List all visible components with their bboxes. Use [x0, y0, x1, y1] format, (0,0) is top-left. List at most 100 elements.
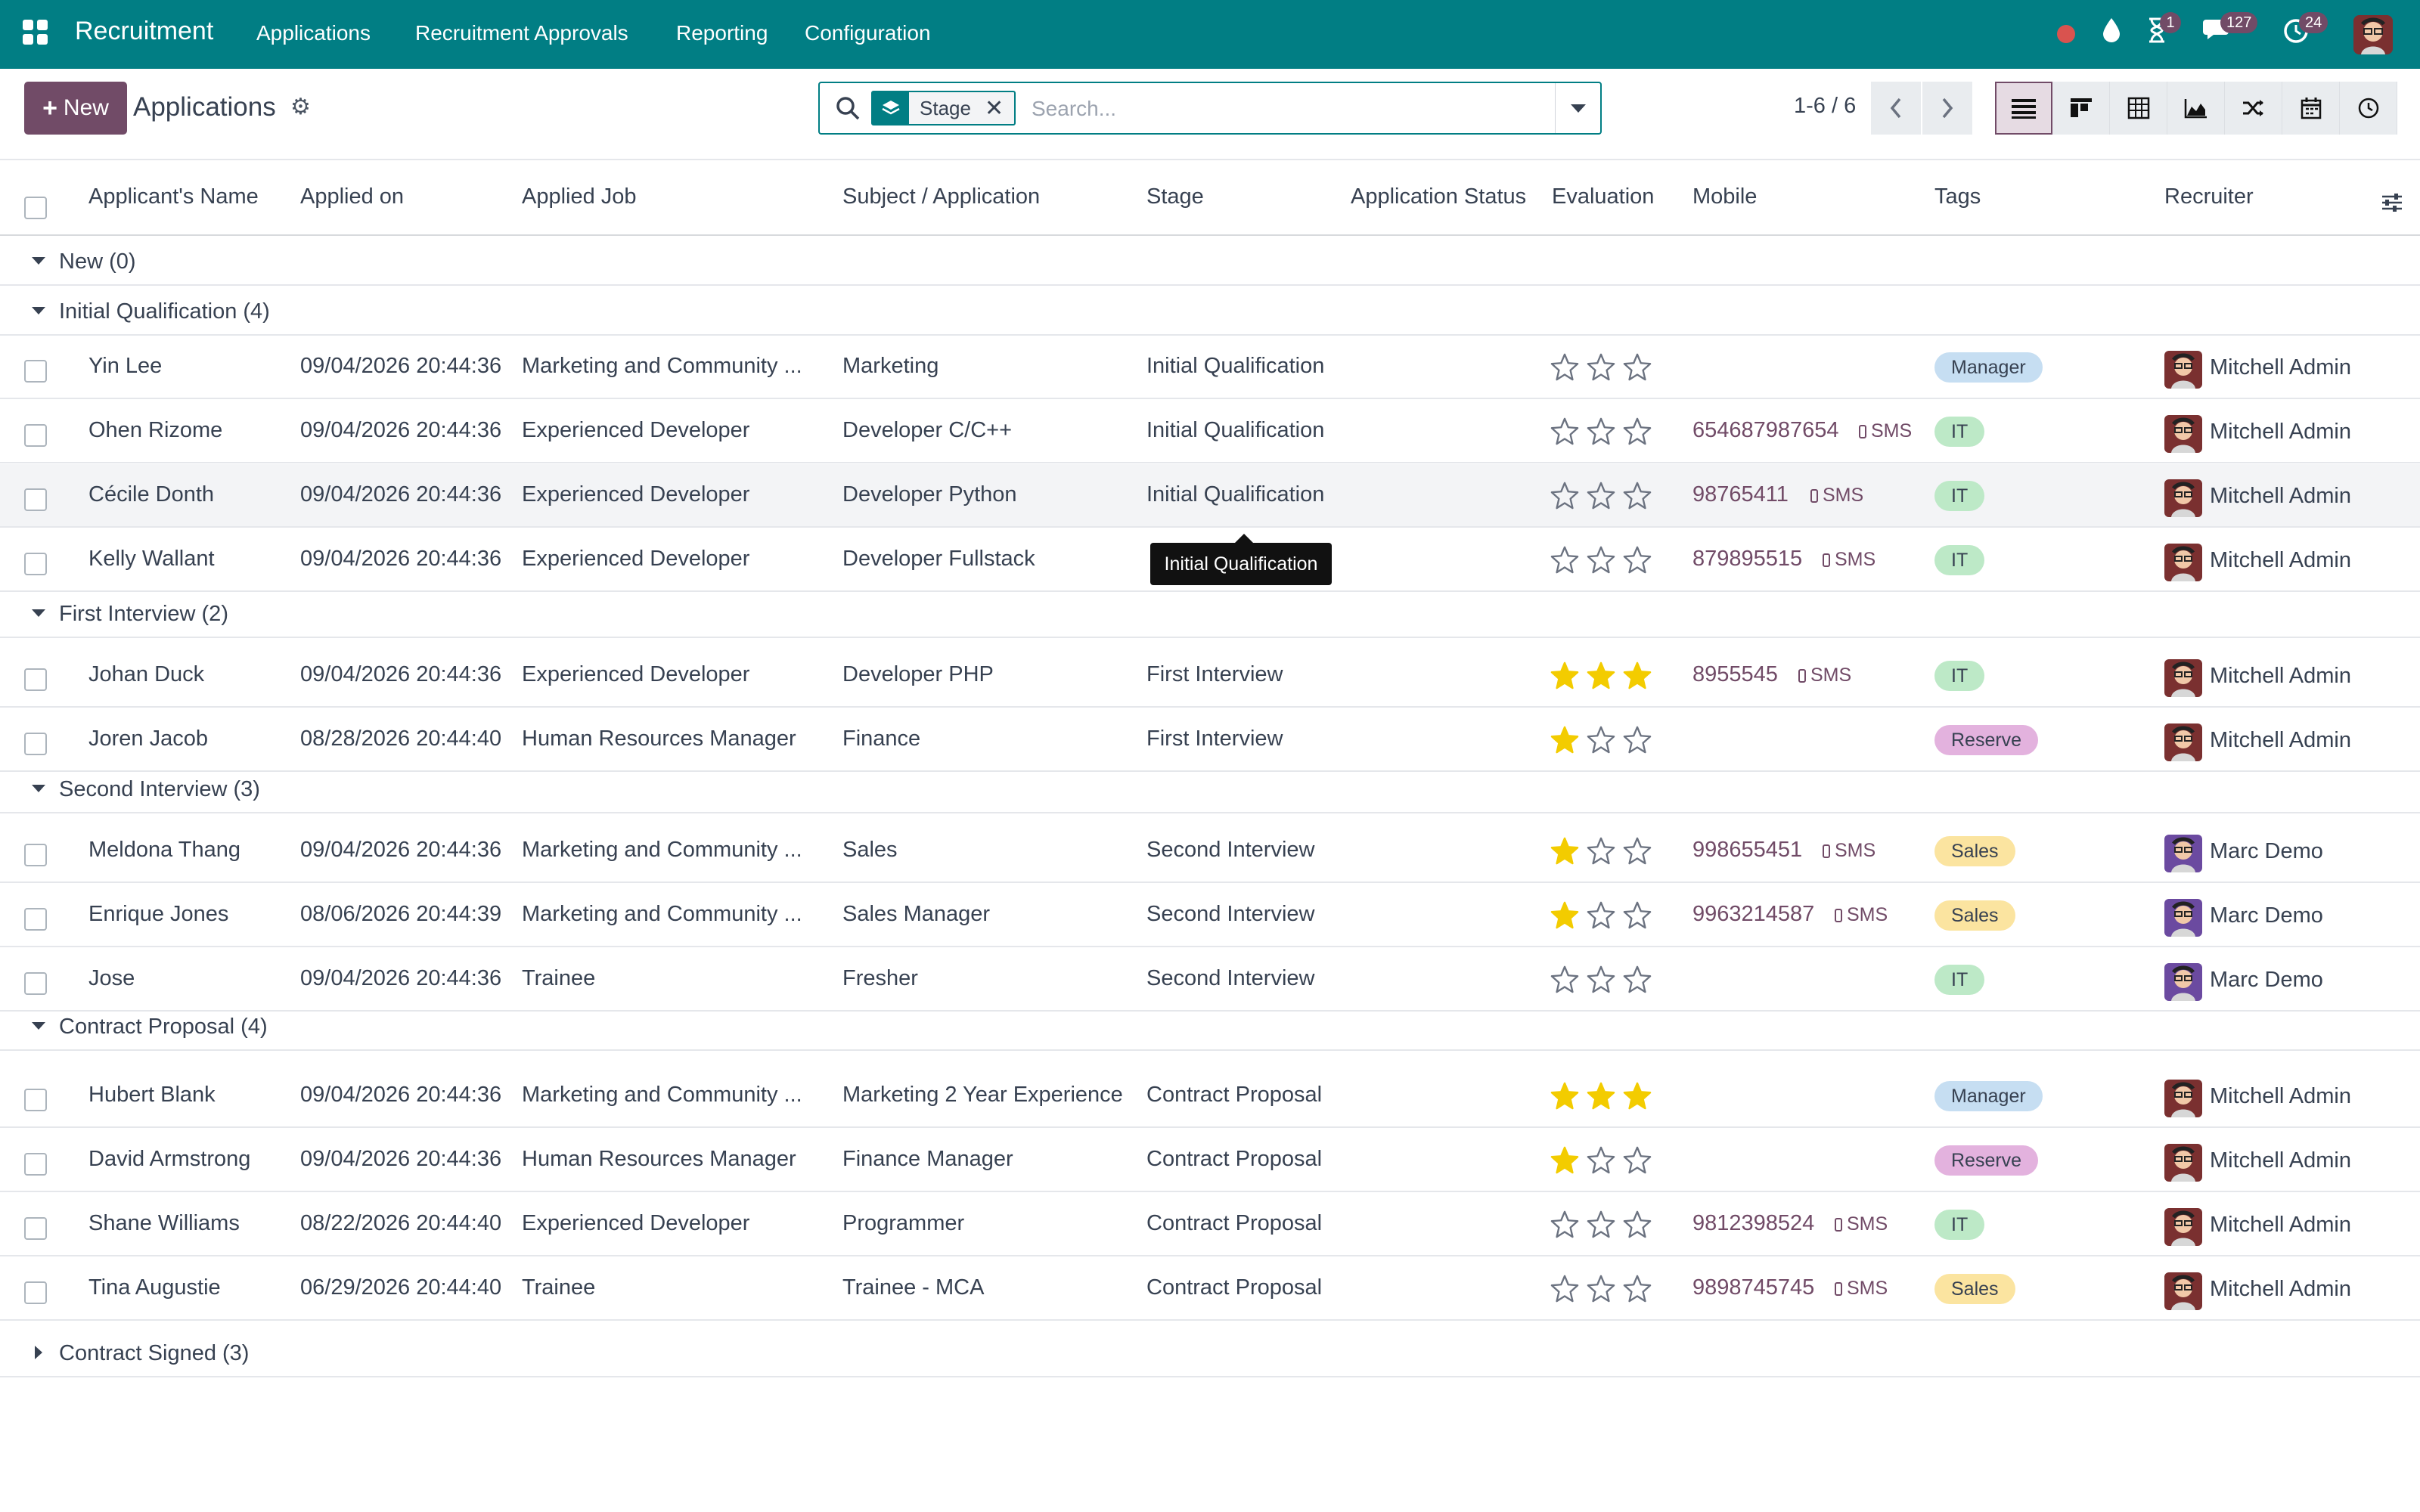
- user-avatar[interactable]: [2353, 15, 2393, 54]
- star-icon[interactable]: [1550, 1081, 1579, 1110]
- group-header[interactable]: First Interview (2): [0, 588, 2420, 638]
- evaluation-stars[interactable]: [1550, 1210, 1652, 1238]
- star-icon[interactable]: [1587, 545, 1615, 574]
- group-header[interactable]: Contract Signed (3): [0, 1328, 2420, 1377]
- recording-dot-icon[interactable]: [2057, 25, 2075, 43]
- mobile-number[interactable]: 654687987654: [1692, 418, 1839, 443]
- star-icon[interactable]: [1623, 725, 1652, 754]
- table-row[interactable]: Meldona Thang 09/04/2026 20:44:36 Marketin…: [0, 820, 2420, 883]
- row-checkbox[interactable]: [24, 844, 47, 866]
- evaluation-stars[interactable]: [1550, 836, 1652, 865]
- star-icon[interactable]: [1550, 965, 1579, 993]
- star-icon[interactable]: [1587, 1210, 1615, 1238]
- recruiter-avatar[interactable]: [2164, 835, 2202, 872]
- star-icon[interactable]: [1587, 900, 1615, 929]
- table-row[interactable]: Yin Lee 09/04/2026 20:44:36 Marketing and …: [0, 336, 2420, 399]
- sms-button[interactable]: SMS: [1835, 1278, 1888, 1300]
- recruiter-avatar[interactable]: [2164, 1272, 2202, 1310]
- row-checkbox[interactable]: [24, 1281, 47, 1304]
- mobile-number[interactable]: 879895515: [1692, 547, 1802, 572]
- group-header[interactable]: Contract Proposal (4): [0, 1001, 2420, 1051]
- star-icon[interactable]: [1623, 1145, 1652, 1174]
- star-icon[interactable]: [1623, 836, 1652, 865]
- star-icon[interactable]: [1587, 1081, 1615, 1110]
- star-icon[interactable]: [1550, 900, 1579, 929]
- row-checkbox[interactable]: [24, 488, 47, 511]
- star-icon[interactable]: [1587, 1274, 1615, 1303]
- row-checkbox[interactable]: [24, 972, 47, 995]
- star-icon[interactable]: [1587, 725, 1615, 754]
- star-icon[interactable]: [1550, 1210, 1579, 1238]
- evaluation-stars[interactable]: [1550, 1081, 1652, 1110]
- table-row[interactable]: David Armstrong 09/04/2026 20:44:36 Human …: [0, 1129, 2420, 1192]
- remove-facet-icon[interactable]: ✕: [985, 95, 1014, 122]
- droplet-icon[interactable]: [2095, 17, 2128, 50]
- col-application-status[interactable]: Application Status: [1351, 184, 1526, 209]
- list-view-button[interactable]: [1995, 82, 2052, 135]
- col-applicant-name[interactable]: Applicant's Name: [88, 184, 259, 209]
- recruiter-avatar[interactable]: [2164, 544, 2202, 581]
- star-icon[interactable]: [1623, 1274, 1652, 1303]
- recruiter-avatar[interactable]: [2164, 723, 2202, 761]
- table-row[interactable]: Ohen Rizome 09/04/2026 20:44:36 Experience…: [0, 400, 2420, 463]
- group-header[interactable]: Second Interview (3): [0, 764, 2420, 813]
- evaluation-stars[interactable]: [1550, 1274, 1652, 1303]
- graph-view-button[interactable]: [2167, 82, 2225, 135]
- table-row[interactable]: Johan Duck 09/04/2026 20:44:36 Experienced…: [0, 644, 2420, 708]
- star-icon[interactable]: [1623, 965, 1652, 993]
- star-icon[interactable]: [1623, 1210, 1652, 1238]
- evaluation-stars[interactable]: [1550, 1145, 1652, 1174]
- star-icon[interactable]: [1587, 965, 1615, 993]
- col-subject[interactable]: Subject / Application: [842, 184, 1040, 209]
- table-row[interactable]: Cécile Donth 09/04/2026 20:44:36 Experienc…: [0, 464, 2420, 528]
- recruiter-avatar[interactable]: [2164, 1144, 2202, 1182]
- evaluation-stars[interactable]: [1550, 352, 1652, 381]
- search-input[interactable]: [1032, 94, 1531, 124]
- table-row[interactable]: Enrique Jones 08/06/2026 20:44:39 Marketin…: [0, 884, 2420, 947]
- star-icon[interactable]: [1623, 352, 1652, 381]
- recruiter-avatar[interactable]: [2164, 1080, 2202, 1117]
- sms-button[interactable]: SMS: [1823, 549, 1876, 571]
- star-icon[interactable]: [1623, 481, 1652, 510]
- search-options-toggle[interactable]: [1555, 83, 1600, 133]
- mobile-number[interactable]: 9898745745: [1692, 1275, 1814, 1300]
- row-checkbox[interactable]: [24, 553, 47, 575]
- search-icon[interactable]: [835, 95, 861, 121]
- evaluation-stars[interactable]: [1550, 965, 1652, 993]
- pager-next-button[interactable]: [1922, 82, 1972, 135]
- cohort-view-button[interactable]: [2225, 82, 2282, 135]
- star-icon[interactable]: [1587, 1145, 1615, 1174]
- new-button[interactable]: + New: [24, 82, 127, 135]
- group-header[interactable]: New (0): [0, 236, 2420, 286]
- star-icon[interactable]: [1550, 1274, 1579, 1303]
- star-icon[interactable]: [1623, 1081, 1652, 1110]
- menu-reporting[interactable]: Reporting: [676, 21, 768, 45]
- table-row[interactable]: Shane Williams 08/22/2026 20:44:40 Experie…: [0, 1193, 2420, 1256]
- row-checkbox[interactable]: [24, 1089, 47, 1111]
- star-icon[interactable]: [1623, 545, 1652, 574]
- sms-button[interactable]: SMS: [1835, 1213, 1888, 1235]
- evaluation-stars[interactable]: [1550, 900, 1652, 929]
- mobile-number[interactable]: 9812398524: [1692, 1211, 1814, 1236]
- menu-configuration[interactable]: Configuration: [805, 21, 931, 45]
- app-menu-icon[interactable]: [23, 20, 48, 45]
- recruiter-avatar[interactable]: [2164, 659, 2202, 697]
- activity-view-button[interactable]: [2340, 82, 2397, 135]
- evaluation-stars[interactable]: [1550, 481, 1652, 510]
- menu-recruitment-approvals[interactable]: Recruitment Approvals: [415, 21, 628, 45]
- star-icon[interactable]: [1587, 417, 1615, 445]
- col-mobile[interactable]: Mobile: [1692, 184, 1757, 209]
- row-checkbox[interactable]: [24, 360, 47, 383]
- col-applied-on[interactable]: Applied on: [300, 184, 404, 209]
- row-checkbox[interactable]: [24, 733, 47, 755]
- col-applied-job[interactable]: Applied Job: [522, 184, 637, 209]
- select-all-checkbox[interactable]: [24, 197, 47, 219]
- star-icon[interactable]: [1587, 352, 1615, 381]
- kanban-view-button[interactable]: [2052, 82, 2110, 135]
- table-row[interactable]: Hubert Blank 09/04/2026 20:44:36 Marketing…: [0, 1064, 2420, 1128]
- sms-button[interactable]: SMS: [1810, 485, 1863, 507]
- mobile-number[interactable]: 998655451: [1692, 838, 1802, 863]
- sms-button[interactable]: SMS: [1823, 840, 1876, 862]
- menu-applications[interactable]: Applications: [256, 21, 371, 45]
- recruiter-avatar[interactable]: [2164, 479, 2202, 517]
